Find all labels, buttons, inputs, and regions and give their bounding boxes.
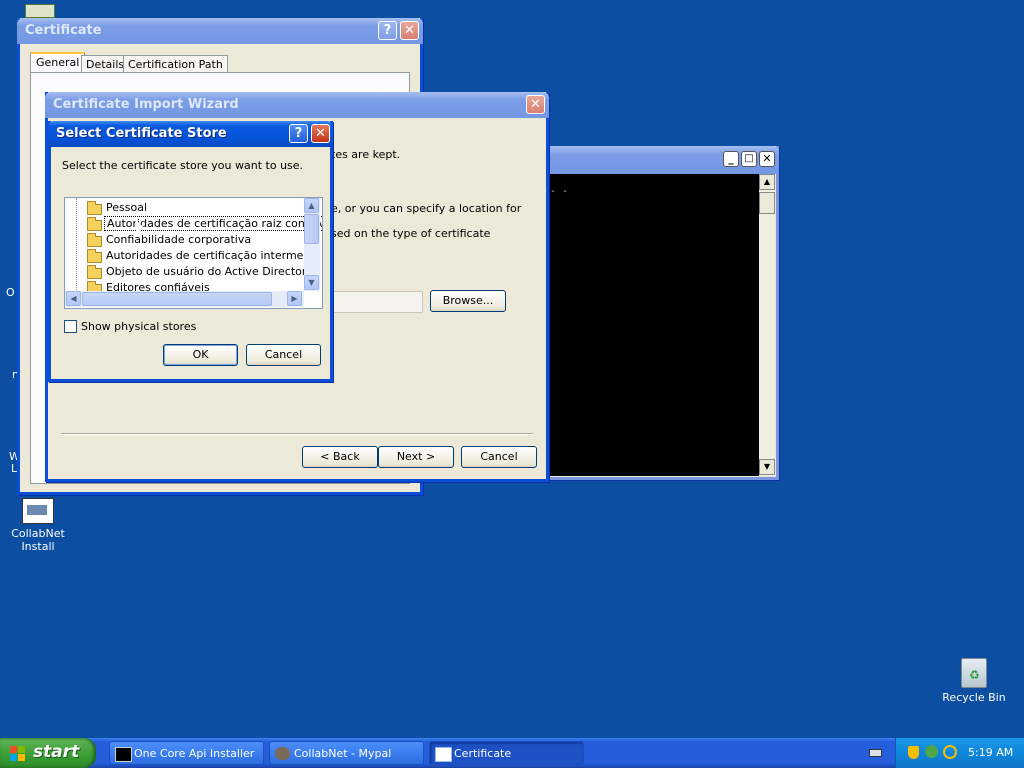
- recycle-bin-icon: ♻: [961, 658, 987, 688]
- help-icon[interactable]: ?: [378, 21, 397, 40]
- folder-icon: [87, 249, 102, 263]
- next-button[interactable]: Next >: [378, 446, 454, 468]
- scroll-up-icon[interactable]: ▲: [759, 174, 775, 190]
- folder-icon: [87, 217, 102, 231]
- close-icon[interactable]: ✕: [526, 95, 545, 114]
- desktop-icon-collabnet-install[interactable]: CollabNet Install: [3, 498, 73, 553]
- console-titlebar[interactable]: _ □ ✕: [520, 146, 779, 174]
- keyboard-icon[interactable]: [869, 749, 882, 757]
- maximize-icon[interactable]: □: [741, 151, 757, 167]
- ok-button[interactable]: OK: [163, 344, 238, 366]
- dialog-title: Select Certificate Store: [56, 126, 227, 141]
- scroll-down-icon[interactable]: ▼: [304, 275, 319, 290]
- tree-item[interactable]: Objeto de usuário do Active Directory: [106, 265, 313, 278]
- window-title: Certificate Import Wizard: [53, 97, 239, 112]
- back-button[interactable]: < Back: [302, 446, 378, 468]
- store-path-field[interactable]: [331, 291, 423, 313]
- console-scrollbar[interactable]: ▲ ▼: [759, 174, 775, 476]
- wizard-text: sed on the type of certificate: [331, 227, 491, 240]
- taskbar-item-label: CollabNet - Mypal: [294, 747, 392, 760]
- start-button[interactable]: start: [0, 738, 96, 768]
- console-icon: [115, 747, 132, 762]
- search-icon[interactable]: [943, 745, 957, 759]
- windows-logo-icon: [10, 746, 26, 761]
- desktop-icon-top-partial[interactable]: [25, 4, 55, 18]
- desktop-icon-label: Recycle Bin: [942, 691, 1006, 704]
- security-shield-icon[interactable]: [908, 746, 919, 759]
- console-output[interactable]: - -: [523, 174, 759, 476]
- tree-item[interactable]: Editores confiáveis: [106, 281, 210, 291]
- close-icon[interactable]: ✕: [759, 151, 775, 167]
- store-tree[interactable]: Pessoal Autoridades de certificação raiz…: [64, 197, 323, 309]
- clock[interactable]: 5:19 AM: [968, 746, 1013, 759]
- scroll-down-icon[interactable]: ▼: [759, 459, 775, 475]
- console-text: - -: [550, 186, 569, 197]
- tab-general[interactable]: General: [30, 52, 86, 74]
- tree-item-pessoal[interactable]: Pessoal: [106, 201, 147, 214]
- select-store-titlebar[interactable]: Select Certificate Store ? ✕: [48, 121, 333, 147]
- start-label: start: [33, 742, 80, 762]
- tree-guide-line: [76, 198, 77, 292]
- tree-item[interactable]: Confiabilidade corporativa: [106, 233, 251, 246]
- network-icon[interactable]: [925, 745, 938, 758]
- select-store-dialog[interactable]: Select Certificate Store ? ✕ Select the …: [48, 121, 333, 382]
- folder-icon: [87, 201, 102, 215]
- tree-horizontal-scrollbar[interactable]: ◀ ▶: [65, 291, 304, 307]
- tree-item[interactable]: Autoridades de certificação intermediári…: [106, 249, 304, 262]
- window-title: Certificate: [25, 23, 102, 38]
- certificate-titlebar[interactable]: Certificate ? ✕: [17, 18, 423, 44]
- scroll-thumb[interactable]: [759, 192, 775, 214]
- minimize-icon[interactable]: _: [723, 151, 739, 167]
- wizard-text: tes are kept.: [331, 148, 401, 161]
- close-icon[interactable]: ✕: [311, 124, 330, 143]
- show-physical-checkbox[interactable]: [64, 320, 77, 333]
- browse-button[interactable]: Browse...: [430, 290, 506, 312]
- help-icon[interactable]: ?: [289, 124, 308, 143]
- folder-icon: [87, 265, 102, 279]
- scroll-up-icon[interactable]: ▲: [304, 198, 319, 213]
- dialog-prompt: Select the certificate store you want to…: [62, 159, 304, 172]
- taskbar-item-active[interactable]: Certificate: [429, 741, 584, 765]
- taskbar-item[interactable]: CollabNet - Mypal: [269, 741, 424, 765]
- import-wizard-titlebar[interactable]: Certificate Import Wizard ✕: [45, 92, 549, 118]
- desktop-icon-recycle-bin[interactable]: ♻ Recycle Bin: [939, 658, 1009, 704]
- desktop-icon-label: CollabNet: [11, 527, 65, 540]
- folder-icon: [87, 233, 102, 247]
- desktop-partial-label: O: [6, 286, 15, 299]
- tab-certification-path[interactable]: Certification Path: [123, 55, 228, 73]
- cancel-button[interactable]: Cancel: [461, 446, 537, 468]
- tree-vertical-scrollbar[interactable]: ▲ ▼: [304, 198, 320, 291]
- scroll-right-icon[interactable]: ▶: [287, 291, 302, 306]
- tab-details[interactable]: Details: [81, 55, 130, 73]
- cancel-button[interactable]: Cancel: [246, 344, 321, 366]
- taskbar-item-label: Certificate: [454, 747, 512, 760]
- tab-strip: General Details Certification Path: [30, 52, 410, 74]
- separator: [61, 433, 533, 435]
- scroll-thumb[interactable]: [82, 292, 272, 306]
- taskbar-item[interactable]: One Core Api Installer: [109, 741, 264, 765]
- close-icon[interactable]: ✕: [400, 21, 419, 40]
- wizard-text: e, or you can specify a location for: [331, 202, 522, 215]
- scroll-left-icon[interactable]: ◀: [66, 291, 81, 306]
- system-tray: 5:19 AM: [895, 738, 1024, 768]
- console-window[interactable]: _ □ ✕ - - ▲ ▼: [520, 146, 779, 480]
- scroll-thumb[interactable]: [304, 214, 319, 244]
- taskbar-item-label: One Core Api Installer: [134, 747, 255, 760]
- installer-icon: [22, 498, 54, 524]
- desktop-icon-label: Install: [21, 540, 55, 553]
- taskbar: start One Core Api Installer CollabNet -…: [0, 738, 1024, 768]
- browser-icon: [275, 747, 290, 760]
- window-icon: [435, 747, 452, 762]
- show-physical-label[interactable]: Show physical stores: [81, 320, 196, 333]
